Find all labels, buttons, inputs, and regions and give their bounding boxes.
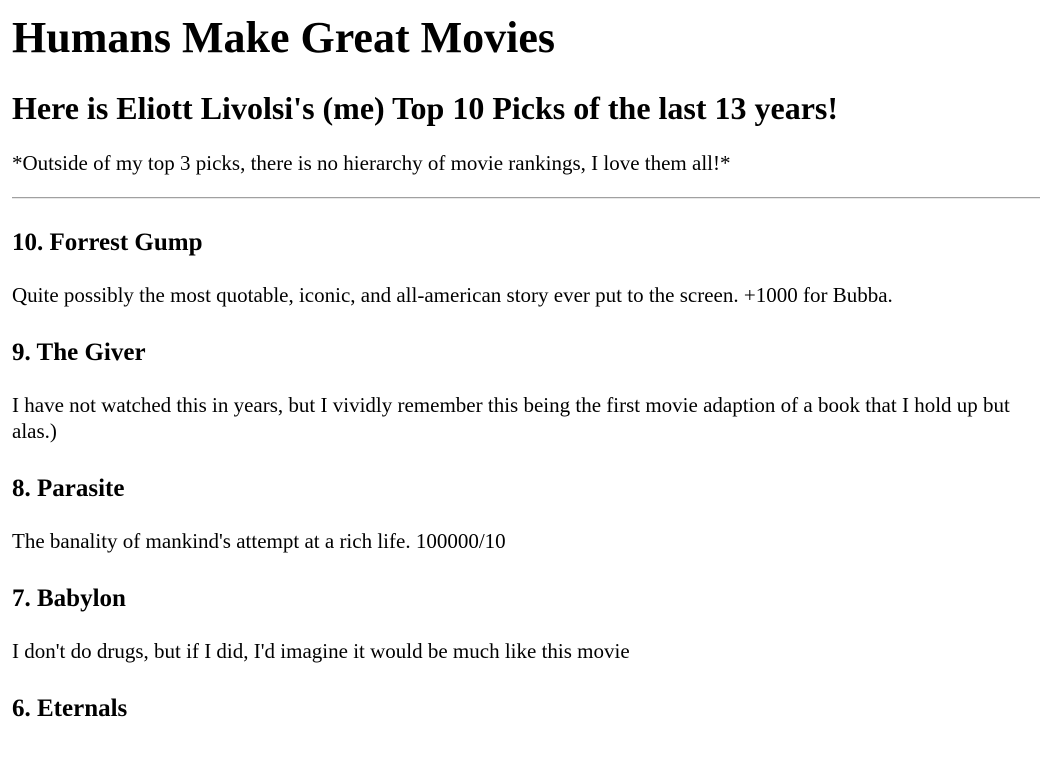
- movie-heading: 9. The Giver: [12, 339, 146, 366]
- page-content: Humans Make Great Movies Here is Eliott …: [0, 10, 1040, 724]
- movie-description: Quite possibly the most quotable, iconic…: [12, 283, 893, 307]
- movie-description: I don't do drugs, but if I did, I'd imag…: [12, 639, 630, 663]
- divider: [12, 197, 1040, 199]
- page-title: Humans Make Great Movies: [12, 13, 556, 62]
- movie-heading: 7. Babylon: [12, 585, 126, 612]
- movie-heading: 8. Parasite: [12, 475, 125, 502]
- movie-heading: 10. Forrest Gump: [12, 229, 203, 256]
- movie-heading: 6. Eternals: [12, 695, 128, 722]
- movie-description: The banality of mankind's attempt at a r…: [12, 529, 506, 553]
- movie-description: I have not watched this in years, but I …: [12, 393, 1010, 443]
- ranking-note: *Outside of my top 3 picks, there is no …: [12, 151, 731, 175]
- page-subtitle: Here is Eliott Livolsi's (me) Top 10 Pic…: [12, 90, 839, 126]
